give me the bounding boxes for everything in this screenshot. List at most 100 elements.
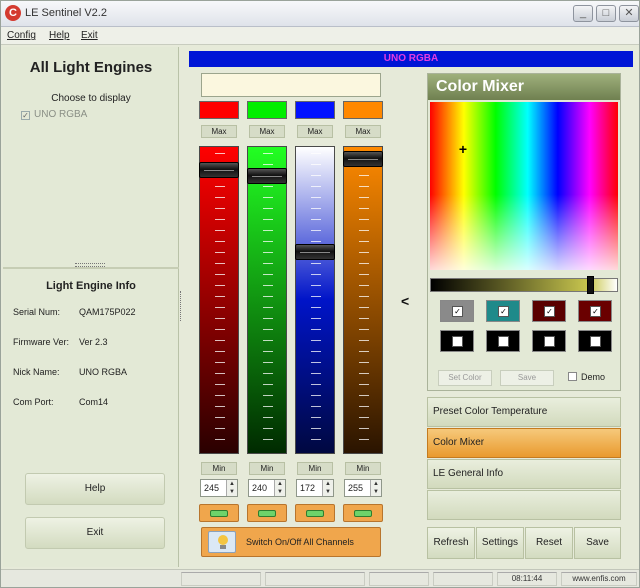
channel-intensity-slider[interactable]: [343, 146, 383, 454]
preset-color-swatch[interactable]: [486, 330, 520, 352]
firmware-label: Firmware Ver:: [13, 337, 70, 347]
engines-title: All Light Engines: [29, 59, 153, 76]
spinner-arrows-icon[interactable]: ▲ ▼: [370, 480, 381, 496]
channel-on-off-toggle[interactable]: [343, 504, 383, 522]
channel-value-spinner[interactable]: 255 ▲ ▼: [344, 479, 382, 497]
preset-color-swatch[interactable]: ✓: [440, 300, 474, 322]
choose-display-label: Choose to display: [51, 93, 131, 104]
switch-all-label: Switch On/Off All Channels: [246, 537, 354, 547]
engine-checkbox[interactable]: ✓ UNO RGBA: [21, 109, 87, 120]
menu-exit[interactable]: Exit: [81, 30, 98, 41]
channel-value-spinner[interactable]: 245 ▲ ▼: [200, 479, 238, 497]
set-color-button[interactable]: Set Color: [438, 370, 492, 386]
brightness-slider[interactable]: [430, 276, 618, 294]
spinner-arrows-icon[interactable]: ▲ ▼: [322, 480, 333, 496]
preset-color-swatch[interactable]: [578, 330, 612, 352]
led-indicator-icon: [210, 510, 228, 517]
channel-slider-thumb[interactable]: [199, 162, 239, 179]
crosshair-icon: +: [458, 141, 468, 157]
collapse-arrow-icon[interactable]: <: [401, 293, 409, 309]
status-cell: [265, 572, 365, 586]
switch-all-channels-button[interactable]: Switch On/Off All Channels: [201, 527, 381, 557]
app-logo-icon: C: [5, 5, 21, 21]
engine-checkbox-label: UNO RGBA: [34, 109, 88, 120]
slider-ticks: [215, 153, 225, 449]
channel-value-spinner[interactable]: 172 ▲ ▼: [296, 479, 334, 497]
accordion-preset-color-temperature[interactable]: Preset Color Temperature: [427, 397, 621, 427]
accordion-empty-item[interactable]: [427, 490, 621, 520]
preset-color-swatch[interactable]: ✓: [486, 300, 520, 322]
preset-color-swatch[interactable]: ✓: [578, 300, 612, 322]
demo-label: Demo: [581, 372, 606, 382]
menu-config[interactable]: Config: [7, 30, 36, 41]
firmware-value: Ver 2.3: [79, 337, 108, 347]
channel-on-off-toggle[interactable]: [247, 504, 287, 522]
channel-max-button[interactable]: Max: [345, 125, 381, 138]
channel-value: 245: [204, 483, 220, 493]
reset-button[interactable]: Reset: [525, 527, 573, 559]
channel-max-button[interactable]: Max: [249, 125, 285, 138]
channel-max-button[interactable]: Max: [201, 125, 237, 138]
channel-color-swatch: [295, 101, 335, 119]
channel-intensity-slider[interactable]: [295, 146, 335, 454]
status-bar: 08:11:44 www.enfis.com: [1, 569, 639, 587]
color-preview: [201, 73, 381, 97]
channel-value: 240: [252, 483, 268, 493]
mixer-save-button[interactable]: Save: [500, 370, 554, 386]
checkbox-icon: ✓: [544, 306, 555, 317]
accordion-color-mixer[interactable]: Color Mixer: [427, 428, 621, 458]
save-button[interactable]: Save: [574, 527, 621, 559]
channel-slider-thumb[interactable]: [295, 244, 335, 261]
spinner-arrows-icon[interactable]: ▲ ▼: [274, 480, 285, 496]
close-button[interactable]: ✕: [619, 5, 639, 22]
channel-color-swatch: [343, 101, 383, 119]
status-cell: [181, 572, 261, 586]
checkbox-icon: ✓: [498, 306, 509, 317]
exit-button[interactable]: Exit: [25, 517, 165, 549]
spinner-arrows-icon[interactable]: ▲ ▼: [226, 480, 237, 496]
maximize-button[interactable]: □: [596, 5, 616, 22]
color-spectrum-picker[interactable]: +: [430, 102, 618, 270]
channel-color-swatch: [199, 101, 239, 119]
channel-on-off-toggle[interactable]: [199, 504, 239, 522]
serial-num-value: QAM175P022: [79, 307, 136, 317]
channel-min-label: Min: [201, 462, 237, 475]
panel-divider: [3, 267, 179, 269]
slider-ticks: [263, 153, 273, 449]
channel-value: 172: [300, 483, 316, 493]
preset-color-swatch[interactable]: ✓: [532, 300, 566, 322]
nick-name-value: UNO RGBA: [79, 367, 128, 377]
brightness-thumb[interactable]: [587, 276, 594, 294]
help-button[interactable]: Help: [25, 473, 165, 505]
settings-button[interactable]: Settings: [476, 527, 524, 559]
channel-slider-thumb[interactable]: [343, 151, 383, 167]
channel-color-swatch: [247, 101, 287, 119]
channel-slider-thumb[interactable]: [247, 167, 287, 184]
led-indicator-icon: [306, 510, 324, 517]
channel-intensity-slider[interactable]: [199, 146, 239, 454]
engine-info-title: Light Engine Info: [46, 280, 136, 292]
slider-ticks: [359, 153, 369, 449]
demo-checkbox[interactable]: Demo: [568, 372, 605, 382]
preset-color-swatch[interactable]: [532, 330, 566, 352]
com-port-label: Com Port:: [13, 397, 54, 407]
title-bar: C LE Sentinel V2.2 _ □ ✕: [1, 1, 639, 27]
checkbox-icon: ✓: [21, 111, 30, 120]
channel-max-button[interactable]: Max: [297, 125, 333, 138]
menu-bar: Config Help Exit: [1, 27, 639, 45]
color-mixer-title: Color Mixer: [428, 74, 620, 100]
checkbox-icon: [590, 336, 601, 347]
channel-on-off-toggle[interactable]: [295, 504, 335, 522]
refresh-button[interactable]: Refresh: [427, 527, 475, 559]
channel-min-label: Min: [249, 462, 285, 475]
checkbox-icon: ✓: [452, 306, 463, 317]
serial-num-label: Serial Num:: [13, 307, 61, 317]
menu-help[interactable]: Help: [49, 30, 70, 41]
channel-value-spinner[interactable]: 240 ▲ ▼: [248, 479, 286, 497]
minimize-button[interactable]: _: [573, 5, 593, 22]
vertical-splitter[interactable]: [180, 291, 182, 321]
preset-color-swatch[interactable]: [440, 330, 474, 352]
accordion-le-general-info[interactable]: LE General Info: [427, 459, 621, 489]
channel-intensity-slider[interactable]: [247, 146, 287, 454]
led-indicator-icon: [354, 510, 372, 517]
